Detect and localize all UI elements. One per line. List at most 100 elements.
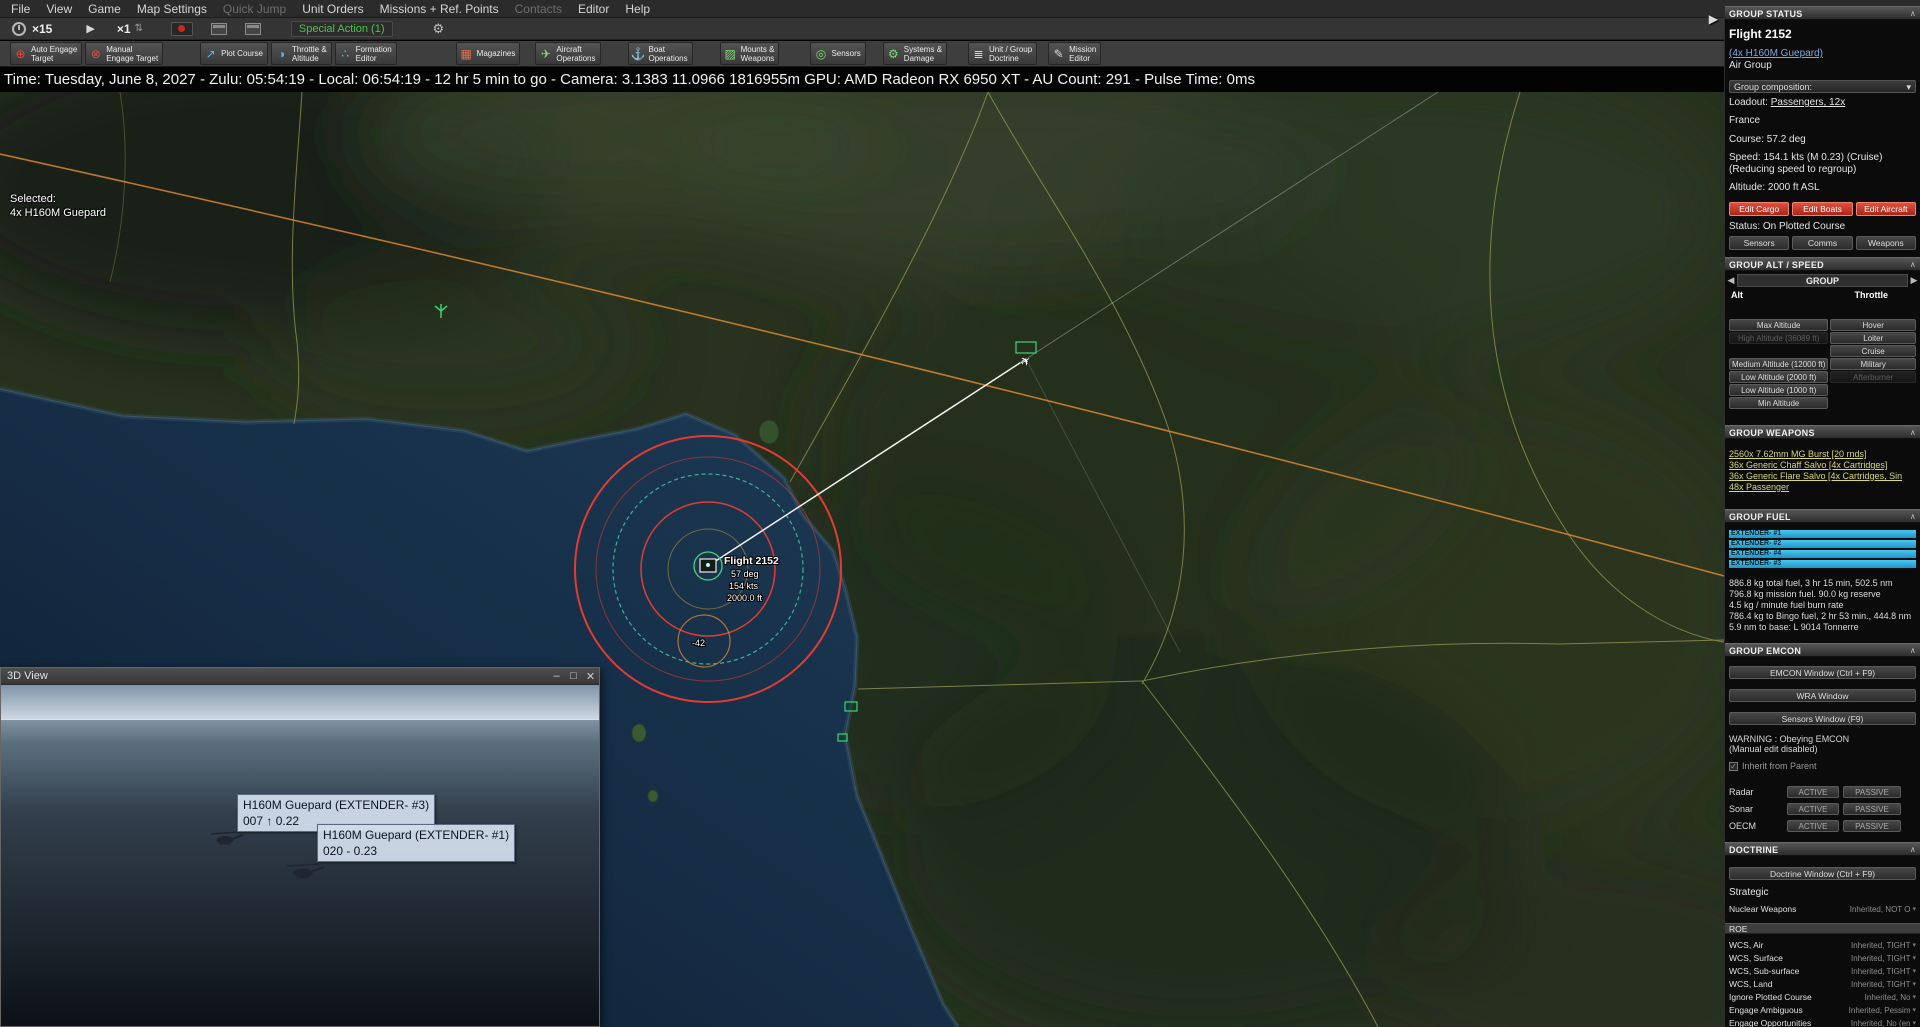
loadout-link[interactable]: Passengers, 12x xyxy=(1771,97,1846,108)
wcs-air-value[interactable]: Inherited, TIGHT xyxy=(1851,941,1910,950)
throttle-cruise-button[interactable]: Cruise xyxy=(1830,345,1916,357)
magazines-button[interactable]: ▦ Magazines xyxy=(456,42,521,65)
weapon-link[interactable]: 36x Generic Flare Salvo [4x Cartridges, … xyxy=(1725,471,1920,482)
magazine-icon: ▦ xyxy=(459,47,474,61)
window-layout-icon-1[interactable] xyxy=(211,23,227,35)
systems-damage-button[interactable]: ⚙ Systems &Damage xyxy=(883,42,947,65)
menu-file[interactable]: File xyxy=(3,2,38,16)
wcs-surface-value[interactable]: Inherited, TIGHT xyxy=(1851,954,1910,963)
edit-cargo-button[interactable]: Edit Cargo xyxy=(1729,202,1789,216)
course-readout: Course: 57.2 deg xyxy=(1725,134,1920,146)
play-button[interactable]: ▶ xyxy=(86,22,94,35)
window-layout-icon-2[interactable] xyxy=(245,23,261,35)
prev-group-arrow[interactable]: ◀ xyxy=(1725,275,1737,286)
group-type: Air Group xyxy=(1725,60,1920,72)
ignore-plotted-course-value[interactable]: Inherited, No xyxy=(1865,993,1911,1002)
throttle-afterburner-button: Afterburner xyxy=(1830,371,1916,383)
wcs-land-row: WCS, Land Inherited, TIGHT ▾ xyxy=(1725,978,1920,990)
time-compression-value[interactable]: ×15 xyxy=(32,22,52,36)
app-window: File View Game Map Settings Quick Jump U… xyxy=(0,0,1920,1027)
clock-icon[interactable] xyxy=(12,22,26,36)
radar-active-button[interactable]: ACTIVE xyxy=(1787,786,1839,798)
group-composition-dropdown[interactable]: Group composition: ▾ xyxy=(1729,80,1916,93)
radar-passive-button[interactable]: PASSIVE xyxy=(1843,786,1901,798)
alt-max-button[interactable]: Max Altitude xyxy=(1729,319,1828,331)
wcs-subsurface-value[interactable]: Inherited, TIGHT xyxy=(1851,967,1910,976)
fuel-mission-line: 796.8 kg mission fuel. 90.0 kg reserve xyxy=(1725,589,1920,600)
section-header-alt-speed[interactable]: GROUP ALT / SPEED ∧ xyxy=(1725,257,1920,271)
nuclear-weapons-value[interactable]: Inherited, NOT O xyxy=(1850,905,1911,914)
emcon-window-button[interactable]: EMCON Window (Ctrl + F9) xyxy=(1729,666,1916,679)
menu-missions-ref-points[interactable]: Missions + Ref. Points xyxy=(372,2,507,16)
maximize-button[interactable]: □ xyxy=(565,670,582,683)
sidebar-collapse-arrow[interactable]: ▶ xyxy=(1709,12,1718,26)
special-actions-menu[interactable]: Special Action (1) xyxy=(291,21,393,37)
section-header-doctrine[interactable]: DOCTRINE ∧ xyxy=(1725,842,1920,856)
menu-map-settings[interactable]: Map Settings xyxy=(129,2,215,16)
section-header-group-status[interactable]: GROUP STATUS ∧ xyxy=(1725,6,1920,20)
engage-opportunities-value[interactable]: Inherited, No (en xyxy=(1851,1019,1911,1027)
mission-editor-button[interactable]: ✎ MissionEditor xyxy=(1048,42,1101,65)
oecm-active-button[interactable]: ACTIVE xyxy=(1787,820,1839,832)
mounts-weapons-button[interactable]: ▨ Mounts &Weapons xyxy=(720,42,780,65)
manual-engage-target-button[interactable]: ⊗ ManualEngage Target xyxy=(85,42,163,65)
throttle-loiter-button[interactable]: Loiter xyxy=(1830,332,1916,344)
formation-icon: ∴ xyxy=(338,47,353,61)
aircraft-operations-button[interactable]: ✈ AircraftOperations xyxy=(535,42,600,65)
step-multiplier[interactable]: ×1 xyxy=(117,22,131,36)
wra-window-button[interactable]: WRA Window xyxy=(1729,689,1916,702)
boat-operations-button[interactable]: ⚓ BoatOperations xyxy=(628,42,693,65)
doctrine-window-button[interactable]: Doctrine Window (Ctrl + F9) xyxy=(1729,867,1916,880)
auto-engage-target-button[interactable]: ⊕ Auto EngageTarget xyxy=(10,42,82,65)
friendly-unit-symbol-coast-1[interactable] xyxy=(845,702,857,711)
group-selector: ◀ GROUP ▶ xyxy=(1725,274,1920,287)
weapons-window-button[interactable]: Weapons xyxy=(1856,236,1916,250)
menu-view[interactable]: View xyxy=(38,2,80,16)
fuel-gauge: EXTENDER- #1 xyxy=(1729,530,1916,538)
sonar-active-button[interactable]: ACTIVE xyxy=(1787,803,1839,815)
menu-help[interactable]: Help xyxy=(617,2,658,16)
throttle-military-button[interactable]: Military xyxy=(1830,358,1916,370)
settings-gear-icon[interactable]: ⚙ xyxy=(433,21,445,37)
engage-ambiguous-value[interactable]: Inherited, Pessim xyxy=(1849,1006,1911,1015)
inherit-checkbox[interactable]: ✓ xyxy=(1729,762,1738,771)
wcs-land-value[interactable]: Inherited, TIGHT xyxy=(1851,980,1910,989)
comms-window-button[interactable]: Comms xyxy=(1792,236,1852,250)
unit-group-doctrine-button[interactable]: ≣ Unit / GroupDoctrine xyxy=(968,42,1037,65)
3d-viewport[interactable]: H160M Guepard (EXTENDER- #3) 007 ↑ 0.22 … xyxy=(1,685,599,1026)
edit-boats-button[interactable]: Edit Boats xyxy=(1792,202,1852,216)
section-header-group-fuel[interactable]: GROUP FUEL ∧ xyxy=(1725,509,1920,523)
sensors-button[interactable]: ◎ Sensors xyxy=(810,42,865,65)
group-composition-link[interactable]: (4x H160M Guepard) xyxy=(1725,48,1920,59)
formation-editor-button[interactable]: ∴ FormationEditor xyxy=(335,42,397,65)
throttle-hover-button[interactable]: Hover xyxy=(1830,319,1916,331)
step-arrows-icon[interactable]: ⇅ xyxy=(135,23,143,34)
close-button[interactable]: ✕ xyxy=(582,670,599,683)
alt-medium-button[interactable]: Medium Altitude (12000 ft) xyxy=(1729,358,1828,370)
3d-view-titlebar[interactable]: 3D View – □ ✕ xyxy=(1,668,599,685)
sensors-window-button[interactable]: Sensors xyxy=(1729,236,1789,250)
edit-aircraft-button[interactable]: Edit Aircraft xyxy=(1856,202,1916,216)
oecm-passive-button[interactable]: PASSIVE xyxy=(1843,820,1901,832)
menu-game[interactable]: Game xyxy=(80,2,129,16)
alt-low-1000-button[interactable]: Low Altitude (1000 ft) xyxy=(1729,384,1828,396)
record-button[interactable] xyxy=(171,22,193,36)
sonar-passive-button[interactable]: PASSIVE xyxy=(1843,803,1901,815)
weapon-link[interactable]: 36x Generic Chaff Salvo [4x Cartridges] xyxy=(1725,460,1920,471)
sensors-window-f9-button[interactable]: Sensors Window (F9) xyxy=(1729,712,1916,725)
alt-low-2000-button[interactable]: Low Altitude (2000 ft) xyxy=(1729,371,1828,383)
weapon-link[interactable]: 2560x 7.62mm MG Burst [20 rnds] xyxy=(1725,449,1920,460)
menu-unit-orders[interactable]: Unit Orders xyxy=(294,2,371,16)
dropdown-arrow-icon: ▾ xyxy=(1912,905,1916,913)
menu-editor[interactable]: Editor xyxy=(570,2,617,16)
throttle-altitude-button[interactable]: ◑ Throttle &Altitude xyxy=(271,42,332,65)
friendly-unit-symbol-coast-2[interactable] xyxy=(838,734,847,741)
menu-quick-jump: Quick Jump xyxy=(215,2,294,16)
section-header-group-weapons[interactable]: GROUP WEAPONS ∧ xyxy=(1725,425,1920,439)
weapon-link[interactable]: 48x Passenger xyxy=(1725,482,1920,493)
alt-min-button[interactable]: Min Altitude xyxy=(1729,397,1828,409)
plot-course-button[interactable]: ↗ Plot Course xyxy=(200,42,268,65)
next-group-arrow[interactable]: ▶ xyxy=(1908,275,1920,286)
section-header-group-emcon[interactable]: GROUP EMCON ∧ xyxy=(1725,643,1920,657)
minimize-button[interactable]: – xyxy=(548,670,565,683)
